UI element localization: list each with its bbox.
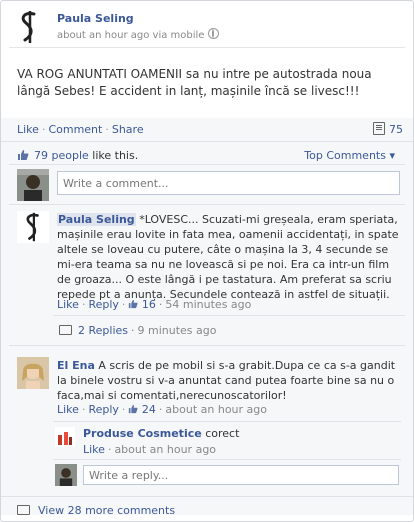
view-replies-link[interactable]: 2 Replies — [78, 324, 128, 337]
comment-count[interactable]: 75 — [373, 122, 403, 136]
top-comments-dropdown[interactable]: Top Comments ▾ — [304, 149, 395, 162]
replies-time: 9 minutes ago — [137, 324, 217, 337]
post-actions: Like · Comment · Share — [17, 123, 144, 136]
comment-reply[interactable]: Reply — [88, 298, 118, 311]
header-divider — [9, 47, 405, 48]
comment-time[interactable]: 54 minutes ago — [165, 298, 251, 311]
comment-like[interactable]: Like — [57, 403, 79, 416]
share-link[interactable]: Share — [112, 123, 144, 136]
comment-text: A scris de pe mobil si s-a grabit.Dupa c… — [57, 359, 396, 402]
comment-input[interactable]: Write a comment... — [57, 171, 400, 195]
author-logo-icon — [21, 11, 36, 43]
chevron-down-icon: ▾ — [389, 149, 395, 162]
thumbs-up-icon — [129, 299, 138, 309]
viewer-photo — [55, 464, 77, 486]
comments-icon — [17, 505, 30, 515]
comment-divider — [9, 345, 405, 346]
like-link[interactable]: Like — [17, 123, 39, 136]
reply-text: corect — [205, 427, 240, 440]
viewer-photo — [17, 169, 49, 201]
comment-author[interactable]: Paula Seling — [57, 213, 136, 226]
comment-like-count[interactable]: 16 — [142, 298, 156, 311]
author-logo-icon — [26, 212, 39, 242]
replies-divider — [53, 315, 405, 316]
reply-meta: Like · about an hour ago — [83, 443, 217, 456]
replies-link-row[interactable]: 2 Replies · 9 minutes ago — [59, 324, 217, 337]
post-time[interactable]: about an hour ago via mobile — [57, 30, 204, 41]
viewer-avatar[interactable] — [17, 169, 49, 201]
comment-meta: Like · Reply · 16 · 54 minutes ago — [57, 298, 252, 311]
view-more-comments[interactable]: View 28 more comments — [17, 504, 175, 517]
post-author-name[interactable]: Paula Seling — [57, 12, 134, 25]
likes-divider — [9, 164, 405, 165]
thumbs-up-icon — [129, 404, 138, 414]
reply-author[interactable]: Produse Cosmetice — [83, 427, 202, 440]
comment-like-count[interactable]: 24 — [142, 403, 156, 416]
comment-like[interactable]: Like — [57, 298, 79, 311]
produse-cosmetice-logo — [55, 427, 75, 447]
action-divider — [1, 141, 413, 142]
post-meta: about an hour ago via mobile — [57, 28, 220, 41]
el-ena-photo — [17, 357, 49, 389]
comment-author[interactable]: El Ena — [57, 359, 95, 372]
comment-body: El Ena A scris de pe mobil si s-a grabit… — [57, 358, 399, 403]
comment-time[interactable]: about an hour ago — [165, 403, 267, 416]
post-text: VA ROG ANUNTATI OAMENII sa nu intre pe a… — [17, 67, 372, 98]
viewer-avatar-small[interactable] — [55, 464, 77, 486]
comments-icon — [373, 122, 385, 135]
reply-bubble-icon — [59, 325, 72, 335]
comment-text: *LOVESC... Scuzati-mi greșeala, eram spe… — [57, 213, 399, 301]
post-card: Paula Seling about an hour ago via mobil… — [0, 0, 414, 522]
comment-reply[interactable]: Reply — [88, 403, 118, 416]
author-avatar[interactable] — [9, 7, 49, 47]
composer-divider — [9, 204, 405, 205]
globe-icon — [208, 28, 220, 39]
reply-like[interactable]: Like — [83, 443, 105, 456]
comment-avatar[interactable] — [17, 357, 49, 389]
comment-body: Paula Seling *LOVESC... Scuzati-mi greșe… — [57, 212, 399, 302]
reply-time[interactable]: about an hour ago — [114, 443, 216, 456]
more-divider — [1, 496, 413, 497]
thumbs-up-icon — [18, 150, 29, 160]
reply-avatar[interactable] — [55, 427, 75, 447]
likers-link[interactable]: 79 people — [34, 149, 89, 162]
reply-input[interactable]: Write a reply... — [83, 465, 399, 485]
reply-divider — [53, 459, 401, 460]
reply-body: Produse Cosmetice corect — [83, 426, 239, 441]
comment-avatar[interactable] — [17, 211, 49, 243]
likes-summary: 79 people like this. — [17, 149, 138, 162]
comment-link[interactable]: Comment — [48, 123, 102, 136]
comment-meta: Like · Reply · 24 · about an hour ago — [57, 403, 267, 416]
